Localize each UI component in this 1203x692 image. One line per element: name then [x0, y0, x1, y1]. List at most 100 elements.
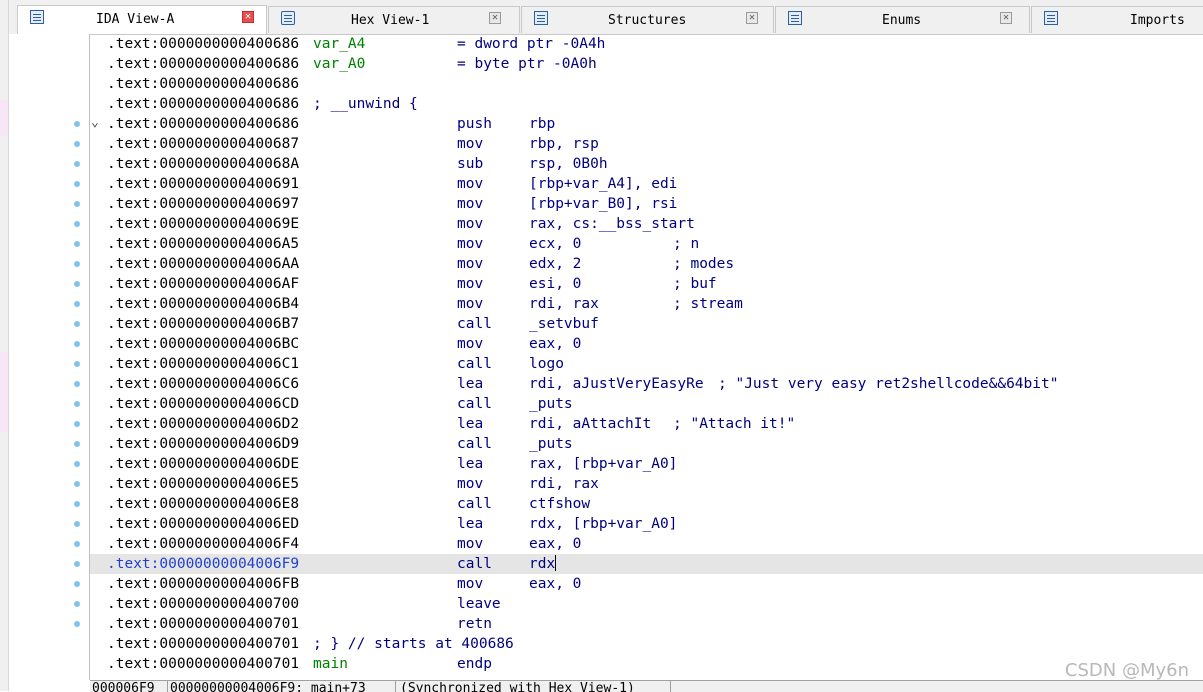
disassembly-listing[interactable]: .text:0000000000400686 var_A4 = dword ptr … [90, 34, 1203, 680]
operand[interactable]: rbp [529, 114, 555, 134]
listing-row[interactable]: .text:00000000004006B4 mov rdi, rax ; strea… [90, 294, 1203, 314]
listing-row[interactable]: .text:0000000000400700 leave [90, 594, 1203, 614]
close-icon[interactable]: ✕ [242, 11, 254, 23]
operand[interactable]: rdx, [rbp+var_A0] [529, 514, 677, 534]
listing-row[interactable]: .text:00000000004006D9 call _puts [90, 434, 1203, 454]
close-icon[interactable]: ✕ [489, 12, 501, 24]
operand[interactable]: [rbp+var_A4], edi [529, 174, 677, 194]
operand[interactable]: rdx [529, 554, 557, 574]
label[interactable]: var_A0 [313, 54, 365, 74]
listing-row[interactable]: .text:0000000000400686 [90, 74, 1203, 94]
comment: ; buf [673, 276, 717, 292]
listing-row[interactable]: .text:0000000000400686 ; __unwind { [90, 94, 1203, 114]
listing-row[interactable]: .text:00000000004006F4 mov eax, 0 [90, 534, 1203, 554]
mnemonic: call [457, 356, 492, 372]
listing-row[interactable]: .text:0000000000400701 main endp [90, 654, 1203, 674]
operand[interactable]: eax, 0 [529, 534, 581, 554]
tab-hex-view-1[interactable]: Hex View-1 ✕ [268, 6, 520, 33]
comment: ; "Just very easy ret2shellcode&&64bit" [718, 376, 1059, 392]
structures-icon [534, 11, 548, 25]
operand[interactable]: rax, [rbp+var_A0] [529, 454, 677, 474]
listing-row[interactable]: .text:0000000000400701 ; } // starts at 4… [90, 634, 1203, 654]
listing-row[interactable]: .text:0000000000400697 mov [rbp+var_B0], r… [90, 194, 1203, 214]
listing-row[interactable]: .text:0000000000400701 retn [90, 614, 1203, 634]
address: .text:00000000004006AF [107, 276, 300, 292]
address: .text:0000000000400691 [107, 176, 300, 192]
close-icon[interactable]: ✕ [1000, 12, 1012, 24]
listing-row[interactable]: .text:000000000040068A sub rsp, 0B0h [90, 154, 1203, 174]
operand[interactable]: logo [529, 354, 564, 374]
mnemonic: mov [457, 256, 484, 272]
listing-row[interactable]: .text:00000000004006D2 lea rdi, aAttachIt;… [90, 414, 1203, 434]
mnemonic: mov [457, 216, 484, 232]
operand[interactable]: esi, 0 [529, 274, 581, 294]
listing-row[interactable]: .text:00000000004006C1 call logo [90, 354, 1203, 374]
status-separator [395, 681, 396, 692]
address: .text:00000000004006F4 [107, 536, 300, 552]
operand[interactable]: rdi, rax [529, 474, 599, 494]
operand[interactable]: ctfshow [529, 494, 590, 514]
listing-row[interactable]: .text:00000000004006FB mov eax, 0 [90, 574, 1203, 594]
mnemonic: lea [457, 416, 484, 432]
listing-row[interactable]: .text:000000000040069E mov rax, cs:__bss_s… [90, 214, 1203, 234]
address: .text:00000000004006A5 [107, 236, 300, 252]
tab-enums[interactable]: Enums ✕ [775, 6, 1030, 33]
operand[interactable]: _puts [529, 394, 573, 414]
address: .text:0000000000400701 [107, 656, 300, 672]
listing-row[interactable]: .text:00000000004006BC mov eax, 0 [90, 334, 1203, 354]
mnemonic: lea [457, 516, 484, 532]
flow-dot [74, 241, 80, 247]
ida-view-icon [30, 10, 44, 24]
operand[interactable]: [rbp+var_B0], rsi [529, 194, 677, 214]
listing-row[interactable]: .text:00000000004006C6 lea rdi, aJustVeryE… [90, 374, 1203, 394]
listing-row[interactable]: .text:00000000004006DE lea rax, [rbp+var_A… [90, 454, 1203, 474]
operand[interactable]: eax, 0 [529, 334, 581, 354]
mnemonic: lea [457, 456, 484, 472]
listing-row[interactable]: .text:00000000004006E5 mov rdi, rax [90, 474, 1203, 494]
listing-row[interactable]: .text:00000000004006ED lea rdx, [rbp+var_A… [90, 514, 1203, 534]
listing-row[interactable]: .text:0000000000400686 push rbp [90, 114, 1203, 134]
mnemonic: mov [457, 176, 484, 192]
operand[interactable]: rdi, rax [529, 294, 599, 314]
address: .text:00000000004006ED [107, 516, 300, 532]
listing-row[interactable]: .text:00000000004006AF mov esi, 0 ; buf [90, 274, 1203, 294]
operand[interactable]: _puts [529, 434, 573, 454]
operand[interactable]: rdi, aJustVeryEasyRe [529, 374, 704, 394]
listing-row[interactable]: .text:0000000000400686 var_A4 = dword ptr … [90, 34, 1203, 54]
tab-label: Enums [882, 13, 922, 28]
operand[interactable]: rbp, rsp [529, 134, 599, 154]
mnemonic: call [457, 396, 492, 412]
operand[interactable]: eax, 0 [529, 574, 581, 594]
tab-structures[interactable]: Structures ✕ [521, 6, 774, 33]
operand[interactable]: rdi, aAttachIt [529, 414, 651, 434]
listing-row[interactable]: .text:00000000004006CD call _puts [90, 394, 1203, 414]
listing-row[interactable]: .text:00000000004006B7 call _setvbuf [90, 314, 1203, 334]
listing-row[interactable]: .text:00000000004006F9 call rdx [90, 554, 1203, 574]
address: .text:0000000000400700 [107, 596, 300, 612]
close-icon[interactable]: ✕ [746, 12, 758, 24]
comment: ; stream [673, 296, 743, 312]
listing-row[interactable]: .text:0000000000400687 mov rbp, rsp [90, 134, 1203, 154]
address: .text:0000000000400686 [107, 116, 300, 132]
operand[interactable]: rsp, 0B0h [529, 154, 608, 174]
tab-imports[interactable]: Imports [1031, 6, 1203, 33]
comment: ; __unwind { [313, 96, 418, 112]
listing-row[interactable]: .text:0000000000400686 var_A0 = byte ptr -… [90, 54, 1203, 74]
operand[interactable]: ecx, 0 [529, 234, 581, 254]
listing-row[interactable]: .text:00000000004006E8 call ctfshow [90, 494, 1203, 514]
tab-label: IDA View-A [96, 12, 175, 27]
address: .text:00000000004006FB [107, 576, 300, 592]
mnemonic: mov [457, 576, 484, 592]
listing-row[interactable]: .text:0000000000400691 mov [rbp+var_A4], e… [90, 174, 1203, 194]
label[interactable]: main [313, 654, 348, 674]
listing-row[interactable]: .text:00000000004006AA mov edx, 2 ; modes [90, 254, 1203, 274]
label[interactable]: var_A4 [313, 34, 365, 54]
operand[interactable]: _setvbuf [529, 314, 599, 334]
listing-row[interactable]: .text:00000000004006A5 mov ecx, 0 ; n [90, 234, 1203, 254]
tab-ida-view-a[interactable]: IDA View-A ✕ [17, 5, 267, 34]
flow-gutter: ⌄ [9, 34, 99, 680]
operand[interactable]: edx, 2 [529, 254, 581, 274]
operand[interactable]: rax, cs:__bss_start [529, 214, 695, 234]
mnemonic: mov [457, 296, 484, 312]
flow-dot [74, 561, 80, 567]
